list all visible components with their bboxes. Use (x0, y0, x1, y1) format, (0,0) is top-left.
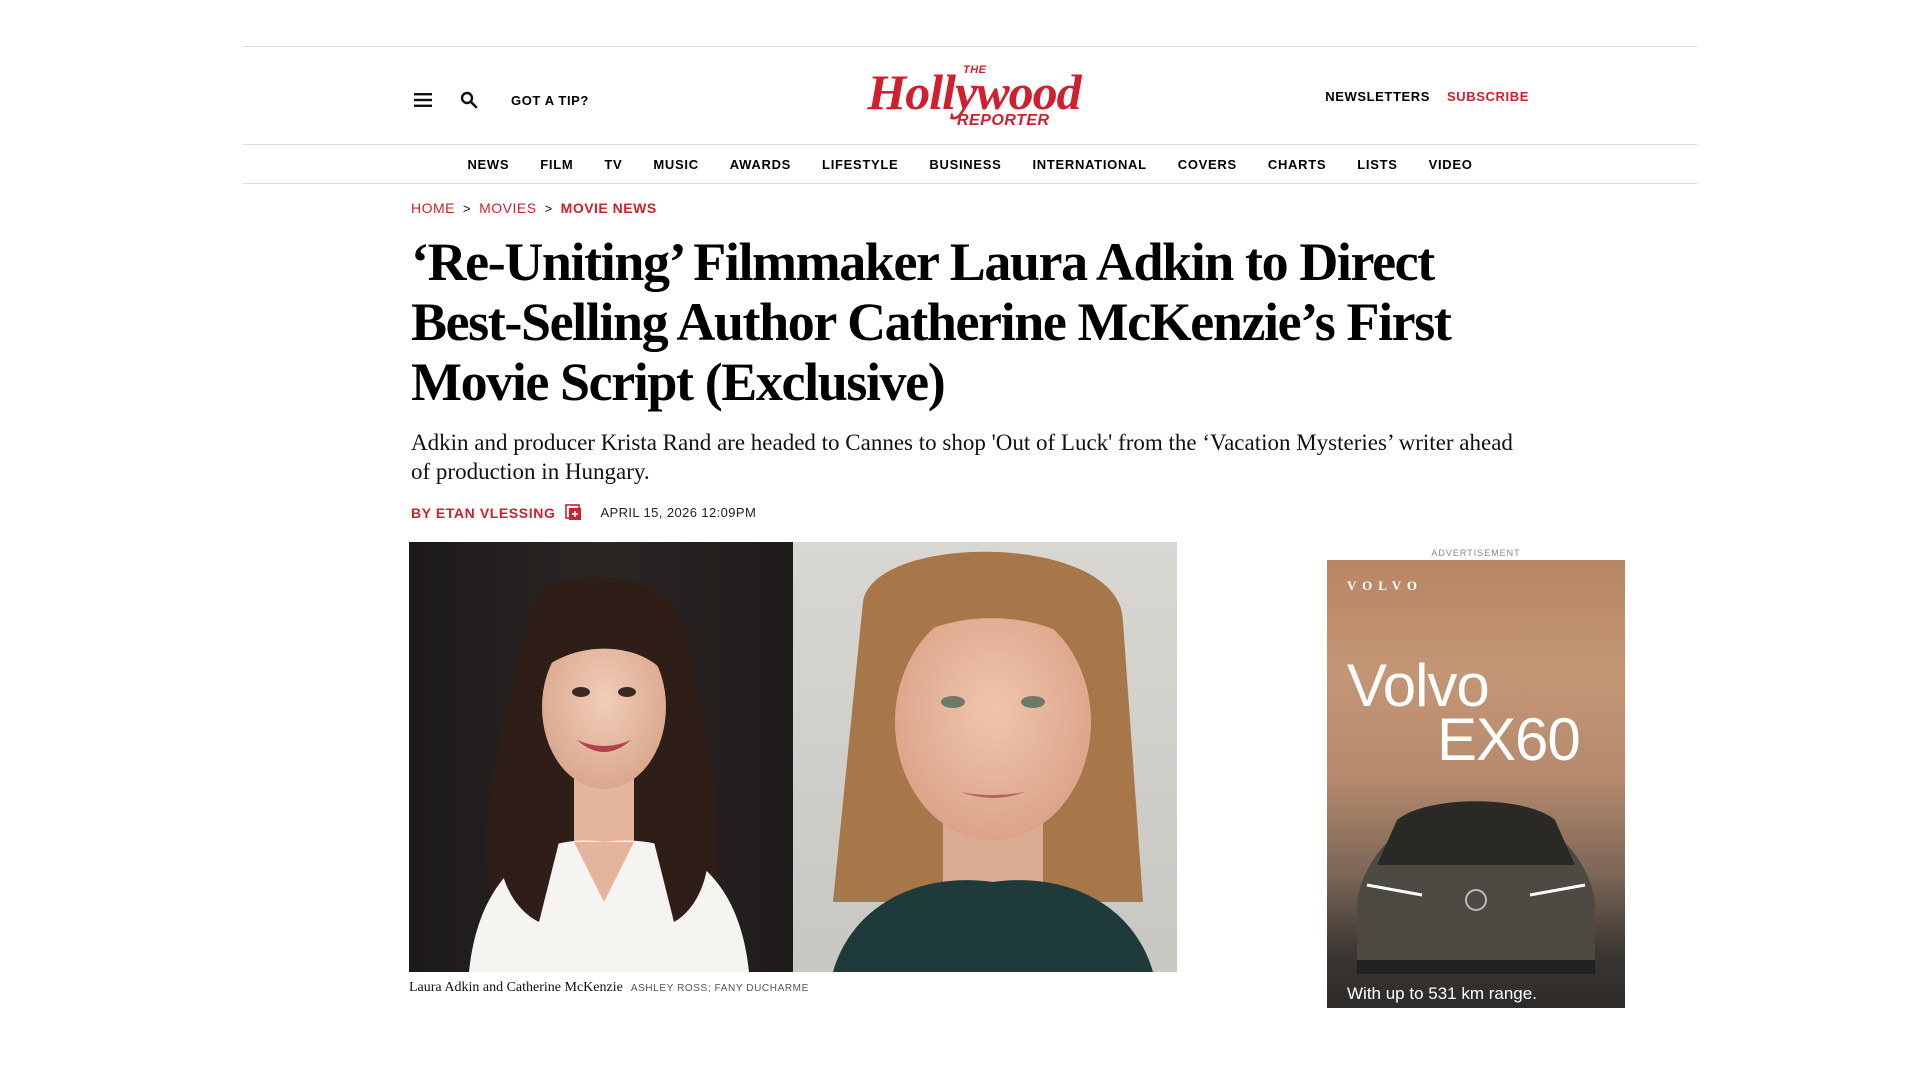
article-byline: BY ETAN VLESSING APRIL 15, 2026 12:09PM (411, 504, 756, 521)
breadcrumb-home[interactable]: HOME (411, 200, 455, 216)
article-headline: ‘Re-Uniting’ Filmmaker Laura Adkin to Di… (411, 232, 1452, 412)
publish-date: APRIL 15, 2026 12:09PM (600, 505, 757, 520)
nav-item-charts[interactable]: CHARTS (1252, 157, 1341, 172)
logo-the: THE (963, 64, 987, 76)
nav-item-lifestyle[interactable]: LIFESTYLE (807, 157, 914, 172)
site-header: GOT A TIP? Hollywood THE REPORTER NEWSLE… (243, 46, 1697, 144)
nav-item-film[interactable]: FILM (525, 157, 589, 172)
ad-car-image (1357, 801, 1595, 974)
portrait-laura-adkin (409, 542, 793, 972)
newsletters-link[interactable]: NEWSLETTERS (1325, 89, 1430, 104)
volvo-advertisement[interactable]: VOLVO Volvo EX60 With up to 531 km range… (1327, 560, 1625, 1008)
follow-author-icon[interactable] (565, 504, 582, 521)
breadcrumb: HOME > MOVIES > MOVIE NEWS (411, 200, 657, 216)
main-nav: NEWS FILM TV MUSIC AWARDS LIFESTYLE BUSI… (243, 144, 1697, 184)
breadcrumb-movie-news[interactable]: MOVIE NEWS (561, 200, 657, 216)
portrait-catherine-mckenzie (793, 542, 1177, 972)
nav-item-awards[interactable]: AWARDS (714, 157, 806, 172)
breadcrumb-movies[interactable]: MOVIES (479, 200, 536, 216)
subscribe-link[interactable]: SUBSCRIBE (1447, 89, 1529, 104)
ad-tagline: With up to 531 km range. (1347, 984, 1537, 1003)
breadcrumb-separator: > (544, 200, 553, 216)
nav-item-international[interactable]: INTERNATIONAL (1017, 157, 1162, 172)
got-a-tip-link[interactable]: GOT A TIP? (511, 93, 589, 108)
nav-item-news[interactable]: NEWS (452, 157, 525, 172)
nav-item-music[interactable]: MUSIC (638, 157, 714, 172)
logo-reporter: REPORTER (957, 112, 1050, 129)
site-logo[interactable]: Hollywood THE REPORTER (851, 62, 1097, 132)
nav-item-tv[interactable]: TV (589, 157, 638, 172)
photo-credit: ASHLEY ROSS; FANY DUCHARME (630, 983, 809, 994)
header-left-tools: GOT A TIP? (411, 88, 589, 112)
nav-item-covers[interactable]: COVERS (1162, 157, 1252, 172)
nav-item-lists[interactable]: LISTS (1342, 157, 1413, 172)
nav-item-video[interactable]: VIDEO (1413, 157, 1488, 172)
advertisement-label: ADVERTISEMENT (1431, 548, 1521, 558)
author-link[interactable]: BY ETAN VLESSING (411, 505, 555, 521)
ad-brand-logo: VOLVO (1347, 578, 1423, 593)
hamburger-menu-icon[interactable] (411, 88, 435, 112)
image-caption: Laura Adkin and Catherine McKenzie ASHLE… (409, 980, 809, 996)
article-hero-image (409, 542, 1177, 972)
article-dek: Adkin and producer Krista Rand are heade… (411, 430, 1513, 484)
breadcrumb-separator: > (463, 200, 472, 216)
caption-text: Laura Adkin and Catherine McKenzie (409, 980, 623, 995)
search-icon[interactable] (457, 88, 481, 112)
header-right-links: NEWSLETTERS SUBSCRIBE (1325, 89, 1529, 104)
page-frame: GOT A TIP? Hollywood THE REPORTER NEWSLE… (243, 46, 1697, 1080)
nav-item-business[interactable]: BUSINESS (914, 157, 1017, 172)
